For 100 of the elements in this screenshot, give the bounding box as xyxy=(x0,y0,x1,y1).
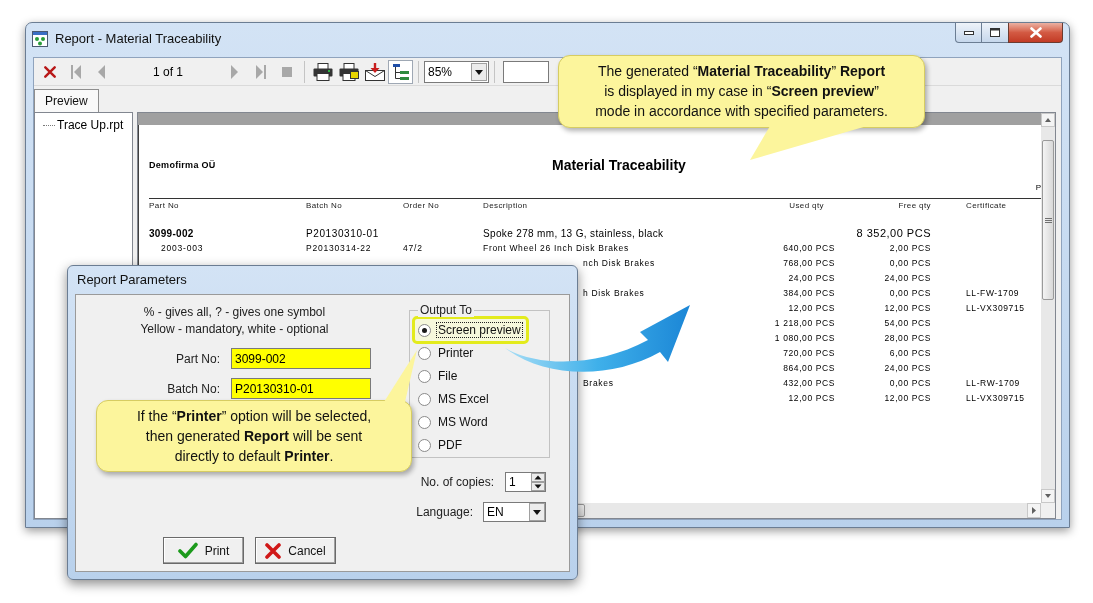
option-label[interactable]: MS Excel xyxy=(436,391,491,407)
radio-button[interactable] xyxy=(418,392,431,406)
radio-button[interactable] xyxy=(418,438,431,452)
report-cell: 24,00 PCS xyxy=(884,273,931,284)
report-cell: 3099-002 xyxy=(149,227,194,240)
close-icon xyxy=(1029,27,1042,38)
group-tree-button[interactable] xyxy=(388,59,413,84)
tree-connector xyxy=(43,124,55,126)
window-title: Report - Material Traceability xyxy=(55,29,222,48)
report-cell: 0,00 PCS xyxy=(889,378,931,389)
report-cell: P20130314-22 xyxy=(306,243,372,254)
triangle-right-icon xyxy=(231,64,238,79)
report-cell: 768,00 PCS xyxy=(783,258,835,269)
report-cell: LL-VX309715 xyxy=(966,303,1025,314)
field-label: Part No: xyxy=(176,350,220,368)
caret-icon[interactable] xyxy=(529,503,545,521)
option-label[interactable]: MS Word xyxy=(436,414,490,430)
report-cell: 640,00 PCS xyxy=(783,243,835,254)
radio-button[interactable] xyxy=(418,323,431,337)
company-name: Demofirma OÜ xyxy=(149,158,216,172)
copies-field[interactable]: 1 xyxy=(505,472,546,492)
report-cell: 0,00 PCS xyxy=(889,258,931,269)
vertical-scrollbar[interactable] xyxy=(1041,113,1055,503)
option-label[interactable]: Printer xyxy=(436,345,476,361)
report-cell: 6,00 PCS xyxy=(889,348,931,359)
input-field[interactable]: 3099-002 xyxy=(231,348,371,369)
report-cell: nch Disk Brakes xyxy=(583,258,655,269)
report-cell: 12,00 PCS xyxy=(788,303,835,314)
column-header: Used qty xyxy=(789,201,824,211)
envelope-icon xyxy=(364,62,385,81)
field-label: Language: xyxy=(416,504,473,521)
language-dropdown[interactable]: EN xyxy=(483,502,546,522)
report-cell: 2003-003 xyxy=(161,243,204,254)
report-cell: Brakes xyxy=(583,378,614,389)
column-header: Batch No xyxy=(306,201,343,211)
report-cell: 24,00 PCS xyxy=(788,273,835,284)
printer-icon xyxy=(338,62,359,81)
report-cell: 1 080,00 PCS xyxy=(774,333,835,344)
minimize-button[interactable] xyxy=(955,23,982,43)
tab[interactable]: Preview xyxy=(34,89,99,112)
hint-text: % - gives all, ? - gives one symbol xyxy=(143,304,326,321)
page-header-text: P xyxy=(1035,183,1041,192)
check-icon xyxy=(177,542,198,559)
report-cell: 12,00 PCS xyxy=(884,393,931,404)
minimize-icon xyxy=(963,30,974,35)
skip-to-end-icon xyxy=(255,64,266,79)
printer-icon xyxy=(312,62,333,81)
column-header: Certificate xyxy=(966,201,1007,211)
option-label[interactable]: File xyxy=(436,368,460,384)
report-cell: 864,00 PCS xyxy=(783,363,835,374)
report-cell: 720,00 PCS xyxy=(783,348,835,359)
tree-icon xyxy=(392,63,409,80)
spin-arrows-icon[interactable] xyxy=(531,473,545,491)
print-button[interactable]: Print xyxy=(163,537,244,564)
callout-pointer xyxy=(384,350,417,402)
field-label: No. of copies: xyxy=(420,474,494,491)
report-cell: 384,00 PCS xyxy=(783,288,835,299)
tree-item[interactable]: Trace Up.rpt xyxy=(57,118,124,132)
report-cell: LL-RW-1709 xyxy=(966,378,1020,389)
cancel-button[interactable]: Cancel xyxy=(255,537,336,564)
report-cell: P20130310-01 xyxy=(306,227,379,240)
report-cell: Spoke 278 mm, 13 G, stainless, black xyxy=(483,227,664,240)
radio-button[interactable] xyxy=(418,415,431,429)
report-cell: LL-FW-1709 xyxy=(966,288,1020,299)
report-title: Material Traceability xyxy=(552,156,686,175)
report-cell: 2,00 PCS xyxy=(889,243,931,254)
triangle-left-icon xyxy=(98,64,105,79)
report-cell: 54,00 PCS xyxy=(884,318,931,329)
maximize-button[interactable] xyxy=(982,23,1008,43)
option-label[interactable]: Screen preview xyxy=(436,322,523,338)
report-cell: 12,00 PCS xyxy=(884,303,931,314)
column-header: Part No xyxy=(149,201,179,211)
report-cell: 47/2 xyxy=(403,243,423,254)
report-cell: Front Wheel 26 Inch Disk Brakes xyxy=(483,243,629,254)
zoom-dropdown[interactable]: 85% xyxy=(424,60,489,83)
report-cell: LL-VX309715 xyxy=(966,393,1025,404)
square-icon xyxy=(281,66,292,77)
close-icon xyxy=(43,65,56,78)
radio-button[interactable] xyxy=(418,346,431,360)
skip-to-start-icon xyxy=(70,64,81,79)
column-header: Description xyxy=(483,201,528,211)
page-counter: 1 of 1 xyxy=(153,63,183,81)
text-field[interactable] xyxy=(503,60,549,83)
column-header: Order No xyxy=(403,201,440,211)
report-cell: 1 218,00 PCS xyxy=(774,318,835,329)
scrollbar-thumb[interactable] xyxy=(1042,140,1054,300)
option-label[interactable]: PDF xyxy=(436,437,464,453)
callout: If the “Printer” option will be selected, then generated Report will be sent directly to default Printer. xyxy=(96,400,412,472)
report-cell: 432,00 PCS xyxy=(783,378,835,389)
report-cell: h Disk Brakes xyxy=(583,288,645,299)
report-cell: 12,00 PCS xyxy=(788,393,835,404)
grip-icon xyxy=(1044,217,1052,223)
caret-icon[interactable] xyxy=(471,62,487,81)
dialog-title: Report Parameters xyxy=(77,271,187,290)
close-button[interactable] xyxy=(1008,23,1063,43)
column-header: Free qty xyxy=(898,201,931,211)
app-icon xyxy=(32,30,48,47)
report-cell: 8 352,00 PCS xyxy=(856,227,931,240)
radio-button[interactable] xyxy=(418,369,431,383)
input-field[interactable]: P20130310-01 xyxy=(231,378,371,399)
